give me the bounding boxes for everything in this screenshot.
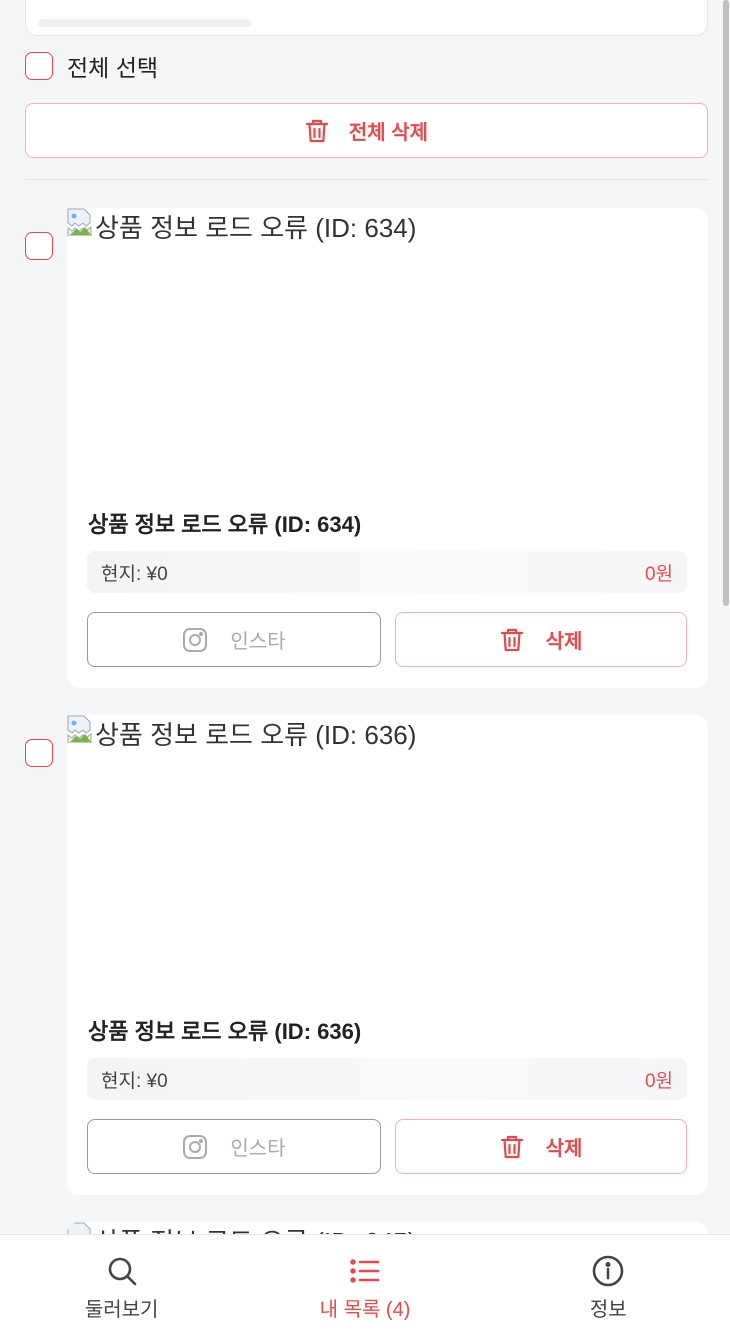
delete-label: 삭제	[545, 1138, 583, 1160]
product-title: 상품 정보 로드 오류 (ID: 634)	[88, 512, 362, 537]
instagram-icon	[183, 1134, 208, 1159]
price-row: 현지: ¥0 0원	[87, 551, 687, 593]
delete-button[interactable]: 삭제	[395, 612, 687, 667]
divider	[25, 179, 708, 180]
broken-image-icon	[67, 1222, 93, 1234]
delete-all-label: 전체 삭제	[348, 122, 429, 144]
info-icon	[593, 1255, 624, 1287]
item-checkbox[interactable]	[25, 739, 53, 767]
select-all-label: 전체 선택	[67, 55, 159, 81]
trash-icon	[305, 119, 329, 142]
nav-my-list[interactable]: 내 목록 (4)	[243, 1235, 486, 1336]
instagram-label: 인스타	[230, 1138, 286, 1160]
price-row: 현지: ¥0 0원	[87, 1058, 687, 1100]
product-card-partial: 상품 정보 로드 오류 (ID: 645)	[67, 1222, 708, 1234]
nav-info[interactable]: 정보	[487, 1235, 730, 1336]
previous-section-stub	[38, 19, 252, 27]
nav-browse[interactable]: 둘러보기	[0, 1235, 243, 1336]
instagram-icon	[183, 627, 208, 652]
previous-section-card	[25, 0, 708, 36]
product-image: 상품 정보 로드 오류 (ID: 636)	[67, 715, 416, 752]
trash-icon	[500, 1135, 523, 1158]
local-price: 현지: ¥0	[101, 1070, 168, 1092]
search-icon	[108, 1257, 136, 1286]
list-icon	[350, 1259, 380, 1283]
instagram-label: 인스타	[230, 631, 286, 653]
product-image: 상품 정보 로드 오류 (ID: 645)	[67, 1222, 416, 1234]
delete-label: 삭제	[545, 631, 583, 653]
bottom-nav: 둘러보기 내 목록 (4) 정보	[0, 1234, 730, 1336]
scrollbar[interactable]	[722, 0, 730, 1234]
broken-image-icon	[67, 715, 93, 744]
krw-price: 0원	[644, 1070, 673, 1092]
instagram-button[interactable]: 인스타	[87, 1119, 381, 1174]
product-title: 상품 정보 로드 오류 (ID: 636)	[88, 1019, 362, 1044]
product-image: 상품 정보 로드 오류 (ID: 634)	[67, 208, 416, 245]
krw-price: 0원	[644, 563, 673, 585]
nav-my-list-label: 내 목록 (4)	[319, 1299, 411, 1321]
scrollbar-thumb[interactable]	[723, 0, 729, 606]
trash-icon	[500, 628, 523, 651]
wishlist-scroll-area[interactable]: 전체 선택 전체 삭제 상품 정보 로드 오류 (ID: 634) 상품 정보 …	[0, 0, 730, 1234]
nav-info-label: 정보	[589, 1299, 627, 1321]
local-price: 현지: ¥0	[101, 563, 168, 585]
instagram-button[interactable]: 인스타	[87, 612, 381, 667]
image-alt-text: 상품 정보 로드 오류 (ID: 634)	[95, 213, 417, 243]
product-card: 상품 정보 로드 오류 (ID: 636) 상품 정보 로드 오류 (ID: 6…	[67, 715, 708, 1195]
product-card: 상품 정보 로드 오류 (ID: 634) 상품 정보 로드 오류 (ID: 6…	[67, 208, 708, 688]
delete-all-button[interactable]: 전체 삭제	[25, 103, 708, 158]
nav-browse-label: 둘러보기	[84, 1299, 159, 1321]
image-alt-text: 상품 정보 로드 오류 (ID: 636)	[95, 720, 417, 750]
delete-button[interactable]: 삭제	[395, 1119, 687, 1174]
select-all-checkbox[interactable]	[25, 52, 53, 80]
broken-image-icon	[67, 208, 93, 237]
image-alt-text: 상품 정보 로드 오류 (ID: 645)	[95, 1222, 416, 1234]
item-checkbox[interactable]	[25, 232, 53, 260]
select-all-row[interactable]: 전체 선택	[25, 52, 159, 81]
